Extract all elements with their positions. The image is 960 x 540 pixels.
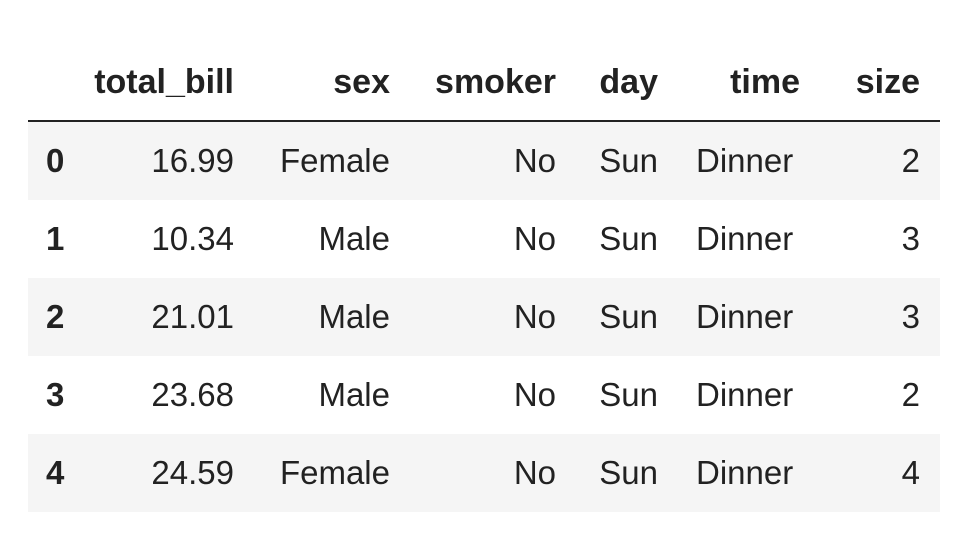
cell-day: Sun — [576, 434, 678, 512]
row-index: 4 — [28, 434, 94, 512]
cell-sex: Male — [254, 200, 410, 278]
cell-total-bill: 21.01 — [94, 278, 254, 356]
header-index — [28, 44, 94, 122]
cell-size: 3 — [822, 278, 940, 356]
cell-sex: Male — [254, 356, 410, 434]
row-index: 0 — [28, 121, 94, 200]
cell-smoker: No — [410, 278, 576, 356]
row-index: 1 — [28, 200, 94, 278]
row-index: 3 — [28, 356, 94, 434]
cell-size: 2 — [822, 121, 940, 200]
cell-smoker: No — [410, 200, 576, 278]
cell-size: 2 — [822, 356, 940, 434]
table-row: 2 21.01 Male No Sun Dinner 3 — [28, 278, 940, 356]
cell-time: Dinner — [678, 278, 822, 356]
header-row: total_bill sex smoker day time size — [28, 44, 940, 122]
cell-total-bill: 24.59 — [94, 434, 254, 512]
cell-smoker: No — [410, 356, 576, 434]
table-row: 1 10.34 Male No Sun Dinner 3 — [28, 200, 940, 278]
table-row: 4 24.59 Female No Sun Dinner 4 — [28, 434, 940, 512]
cell-day: Sun — [576, 200, 678, 278]
header-smoker: smoker — [410, 44, 576, 122]
cell-day: Sun — [576, 356, 678, 434]
cell-size: 4 — [822, 434, 940, 512]
cell-size: 3 — [822, 200, 940, 278]
header-time: time — [678, 44, 822, 122]
dataframe-table: total_bill sex smoker day time size 0 16… — [28, 44, 940, 512]
row-index: 2 — [28, 278, 94, 356]
cell-day: Sun — [576, 278, 678, 356]
cell-total-bill: 16.99 — [94, 121, 254, 200]
table-header: total_bill sex smoker day time size — [28, 44, 940, 122]
cell-sex: Male — [254, 278, 410, 356]
dataframe-output: total_bill sex smoker day time size 0 16… — [0, 0, 960, 540]
cell-time: Dinner — [678, 121, 822, 200]
cell-time: Dinner — [678, 434, 822, 512]
table-row: 3 23.68 Male No Sun Dinner 2 — [28, 356, 940, 434]
cell-sex: Female — [254, 434, 410, 512]
header-day: day — [576, 44, 678, 122]
cell-smoker: No — [410, 434, 576, 512]
cell-time: Dinner — [678, 200, 822, 278]
table-row: 0 16.99 Female No Sun Dinner 2 — [28, 121, 940, 200]
cell-sex: Female — [254, 121, 410, 200]
table-body: 0 16.99 Female No Sun Dinner 2 1 10.34 M… — [28, 121, 940, 512]
cell-total-bill: 23.68 — [94, 356, 254, 434]
header-size: size — [822, 44, 940, 122]
cell-time: Dinner — [678, 356, 822, 434]
cell-smoker: No — [410, 121, 576, 200]
cell-day: Sun — [576, 121, 678, 200]
header-total-bill: total_bill — [94, 44, 254, 122]
cell-total-bill: 10.34 — [94, 200, 254, 278]
header-sex: sex — [254, 44, 410, 122]
